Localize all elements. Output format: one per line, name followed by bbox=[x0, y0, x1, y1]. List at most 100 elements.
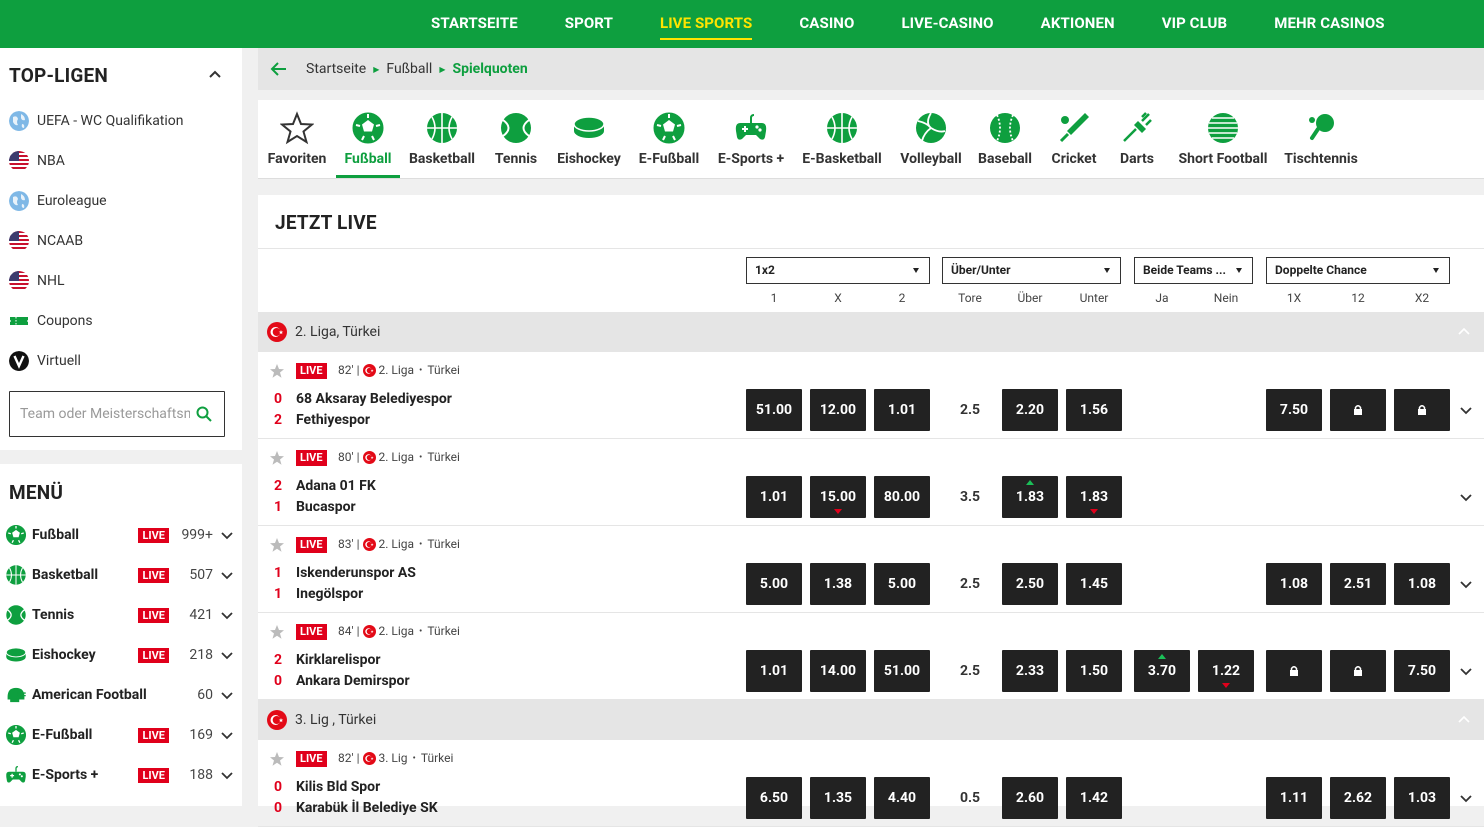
odds-button[interactable]: 12.00 bbox=[810, 389, 866, 431]
market-select-over-under[interactable]: Über/Unter bbox=[942, 257, 1121, 284]
odds-button[interactable]: 1.01 bbox=[746, 476, 802, 518]
away-team[interactable]: Inegölspor bbox=[296, 586, 363, 602]
menu-item[interactable]: E-Sports + LIVE 188 bbox=[5, 761, 233, 789]
odds-button[interactable]: 1.42 bbox=[1066, 777, 1122, 819]
odds-button[interactable]: 1.56 bbox=[1066, 389, 1122, 431]
sport-tab[interactable]: Favoriten bbox=[264, 100, 330, 178]
odds-button[interactable]: 14.00 bbox=[810, 650, 866, 692]
odds-button[interactable]: 7.50 bbox=[1266, 389, 1322, 431]
topnav-item-live-casino[interactable]: LIVE-CASINO bbox=[878, 0, 1017, 48]
sport-tab[interactable]: Short Football bbox=[1176, 100, 1270, 178]
match-row[interactable]: LIVE 84' | 2. Liga • Türkei 2 0 Kirklarelis… bbox=[258, 613, 1484, 700]
odds-button[interactable]: 2.51 bbox=[1330, 563, 1386, 605]
menu-item[interactable]: E-Fußball LIVE 169 bbox=[5, 721, 233, 749]
favorite-star-icon[interactable] bbox=[269, 363, 285, 379]
menu-item[interactable]: American Football 60 bbox=[5, 681, 233, 709]
odds-button[interactable]: 2.33 bbox=[1002, 650, 1058, 692]
sport-tab[interactable]: Darts bbox=[1116, 100, 1158, 178]
market-select-1x2[interactable]: 1x2 bbox=[746, 257, 930, 284]
sport-tab[interactable]: Cricket bbox=[1048, 100, 1100, 178]
odds-button[interactable]: 1.01 bbox=[746, 650, 802, 692]
odds-button[interactable]: 4.40 bbox=[874, 777, 930, 819]
topnav-item-vip-club[interactable]: VIP CLUB bbox=[1139, 0, 1252, 48]
sport-tab[interactable]: E-Sports + bbox=[714, 100, 788, 178]
market-select-double-chance[interactable]: Doppelte Chance bbox=[1266, 257, 1450, 284]
top-league-item[interactable]: NBA bbox=[9, 149, 65, 173]
top-league-item[interactable]: NHL bbox=[9, 269, 65, 293]
chevron-down-icon[interactable] bbox=[1459, 490, 1473, 504]
search-input[interactable]: Team oder Meisterschaftsname bbox=[9, 391, 225, 437]
match-row[interactable]: LIVE 83' | 2. Liga • Türkei 1 1 Iskenderuns… bbox=[258, 526, 1484, 613]
breadcrumb-sport[interactable]: Fußball bbox=[386, 61, 432, 77]
sport-tab[interactable]: Tennis bbox=[490, 100, 542, 178]
odds-button[interactable]: 51.00 bbox=[746, 389, 802, 431]
chevron-down-icon[interactable] bbox=[1459, 577, 1473, 591]
sport-tab[interactable]: E-Fußball bbox=[636, 100, 702, 178]
topnav-item-casino[interactable]: CASINO bbox=[776, 0, 878, 48]
odds-button[interactable]: 2.60 bbox=[1002, 777, 1058, 819]
odds-button[interactable]: 1.08 bbox=[1394, 563, 1450, 605]
odds-button[interactable]: 1.45 bbox=[1066, 563, 1122, 605]
menu-item[interactable]: Tennis LIVE 421 bbox=[5, 601, 233, 629]
menu-item[interactable]: Basketball LIVE 507 bbox=[5, 561, 233, 589]
odds-button[interactable]: 1.83 bbox=[1066, 476, 1122, 518]
sport-tab[interactable]: Baseball bbox=[976, 100, 1034, 178]
favorite-star-icon[interactable] bbox=[269, 751, 285, 767]
away-team[interactable]: Karabük İl Belediye SK bbox=[296, 800, 438, 816]
away-team[interactable]: Ankara Demirspor bbox=[296, 673, 410, 689]
breadcrumb-home[interactable]: Startseite bbox=[306, 61, 366, 77]
odds-button[interactable]: 5.00 bbox=[746, 563, 802, 605]
odds-button[interactable]: 15.00 bbox=[810, 476, 866, 518]
chevron-up-icon[interactable] bbox=[208, 67, 222, 81]
chevron-down-icon[interactable] bbox=[1459, 791, 1473, 805]
market-select-both-teams[interactable]: Beide Teams ... bbox=[1134, 257, 1253, 284]
sport-tab[interactable]: Volleyball bbox=[896, 100, 966, 178]
chevron-up-icon[interactable] bbox=[1458, 326, 1470, 338]
sport-tab[interactable]: Tischtennis bbox=[1282, 100, 1360, 178]
chevron-down-icon[interactable] bbox=[221, 729, 233, 741]
favorite-star-icon[interactable] bbox=[269, 450, 285, 466]
away-team[interactable]: Fethiyespor bbox=[296, 412, 370, 428]
odds-button[interactable]: 3.70 bbox=[1134, 650, 1190, 692]
topnav-item-mehr-casinos[interactable]: MEHR CASINOS bbox=[1251, 0, 1408, 48]
chevron-down-icon[interactable] bbox=[1459, 403, 1473, 417]
topnav-item-sport[interactable]: SPORT bbox=[542, 0, 637, 48]
odds-button[interactable]: 51.00 bbox=[874, 650, 930, 692]
match-row[interactable]: LIVE 82' | 2. Liga • Türkei 0 2 68 Aksaray … bbox=[258, 352, 1484, 439]
odds-button[interactable]: 1.83 bbox=[1002, 476, 1058, 518]
odds-button[interactable]: 1.50 bbox=[1066, 650, 1122, 692]
odds-button[interactable]: 2.50 bbox=[1002, 563, 1058, 605]
odds-button[interactable]: 5.00 bbox=[874, 563, 930, 605]
home-team[interactable]: Iskenderunspor AS bbox=[296, 565, 416, 581]
chevron-down-icon[interactable] bbox=[221, 529, 233, 541]
favorite-star-icon[interactable] bbox=[269, 537, 285, 553]
chevron-down-icon[interactable] bbox=[221, 609, 233, 621]
top-league-item[interactable]: NCAAB bbox=[9, 229, 83, 253]
top-league-item[interactable]: UEFA - WC Qualifikation bbox=[9, 109, 184, 133]
menu-item[interactable]: Fußball LIVE 999+ bbox=[5, 521, 233, 549]
home-team[interactable]: Kilis Bld Spor bbox=[296, 779, 380, 795]
chevron-down-icon[interactable] bbox=[221, 689, 233, 701]
topnav-item-aktionen[interactable]: AKTIONEN bbox=[1018, 0, 1139, 48]
chevron-down-icon[interactable] bbox=[221, 569, 233, 581]
arrow-left-icon[interactable] bbox=[270, 60, 288, 78]
favorite-star-icon[interactable] bbox=[269, 624, 285, 640]
chevron-down-icon[interactable] bbox=[221, 649, 233, 661]
odds-button[interactable]: 1.03 bbox=[1394, 777, 1450, 819]
sport-tab[interactable]: E-Basketball bbox=[800, 100, 884, 178]
match-row[interactable]: LIVE 82' | 3. Lig • Türkei 0 0 Kilis Bld Sp… bbox=[258, 740, 1484, 827]
away-team[interactable]: Bucaspor bbox=[296, 499, 356, 515]
odds-button[interactable]: 1.08 bbox=[1266, 563, 1322, 605]
sport-tab[interactable]: Basketball bbox=[406, 100, 478, 178]
odds-button[interactable]: 1.01 bbox=[874, 389, 930, 431]
match-row[interactable]: LIVE 80' | 2. Liga • Türkei 2 1 Adana 01 FK… bbox=[258, 439, 1484, 526]
league-header[interactable]: 2. Liga, Türkei bbox=[258, 312, 1484, 352]
topnav-item-live-sports[interactable]: LIVE SPORTS bbox=[637, 0, 776, 48]
odds-button[interactable]: 2.62 bbox=[1330, 777, 1386, 819]
league-header[interactable]: 3. Lig , Türkei bbox=[258, 700, 1484, 740]
menu-item[interactable]: Eishockey LIVE 218 bbox=[5, 641, 233, 669]
home-team[interactable]: 68 Aksaray Belediyespor bbox=[296, 391, 452, 407]
odds-button[interactable]: 80.00 bbox=[874, 476, 930, 518]
odds-button[interactable]: 1.35 bbox=[810, 777, 866, 819]
sport-tab[interactable]: Fußball bbox=[336, 100, 400, 178]
